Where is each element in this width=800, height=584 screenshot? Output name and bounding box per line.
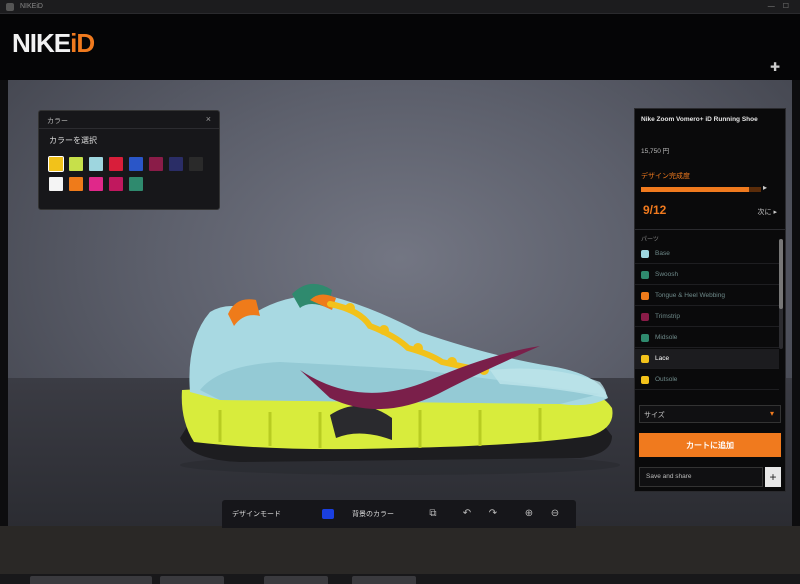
design-mode-toggle[interactable]	[322, 509, 334, 519]
save-share-label: Save and share	[646, 473, 692, 480]
bottom-tabs	[0, 574, 800, 584]
bottom-tab[interactable]	[30, 576, 94, 584]
app-icon	[6, 3, 14, 11]
step-count: 9/12	[643, 203, 667, 217]
color-swatch[interactable]	[189, 157, 203, 171]
rotate-right-icon[interactable]: ↷	[486, 507, 500, 521]
color-panel-header: カラー ×	[39, 111, 219, 129]
part-label: Tongue & Heel Webbing	[655, 292, 725, 299]
shoe-preview[interactable]	[160, 270, 630, 480]
part-color-dot	[641, 334, 649, 342]
parts-list-header: パーツ	[641, 237, 659, 243]
size-selector[interactable]: サイズ ▾	[639, 405, 781, 423]
window-controls[interactable]: — ☐	[768, 2, 792, 10]
color-swatch[interactable]	[89, 177, 103, 191]
bg-color-icon[interactable]: ⧉	[426, 507, 440, 521]
color-swatch[interactable]	[49, 177, 63, 191]
part-color-dot	[641, 355, 649, 363]
zoom-in-icon[interactable]: ⊕	[522, 507, 536, 521]
color-swatch[interactable]	[69, 157, 83, 171]
next-button[interactable]: 次に ▸	[758, 207, 777, 217]
product-price: 15,750 円	[641, 148, 670, 155]
color-swatch[interactable]	[48, 156, 64, 172]
rotate-left-icon[interactable]: ↶	[460, 507, 474, 521]
bottom-tab[interactable]	[264, 576, 328, 584]
part-color-dot	[641, 271, 649, 279]
progress-end-icon: ▸	[763, 183, 768, 192]
parts-list: パーツ Base Swoosh Tongue & Heel Webbing Trims…	[635, 229, 785, 390]
color-swatch[interactable]	[89, 157, 103, 171]
add-to-cart-button[interactable]: カートに追加	[639, 433, 781, 457]
parts-scrollbar[interactable]	[779, 239, 783, 349]
lace-knot	[413, 343, 423, 353]
design-mode-label: デザインモード	[232, 511, 281, 518]
configuration-panel: Nike Zoom Vomero+ iD Running Shoe 15,750…	[634, 108, 786, 492]
save-plus-icon[interactable]: +	[765, 467, 781, 487]
size-label: サイズ	[644, 412, 665, 419]
color-picker-panel: カラー × カラーを選択	[38, 110, 220, 210]
nikeid-logo[interactable]: NIKEiD	[12, 28, 95, 59]
part-item[interactable]: Outsole	[635, 370, 779, 390]
part-item[interactable]: Tongue & Heel Webbing	[635, 286, 779, 306]
part-label: Base	[655, 250, 670, 257]
progress-label: デザイン完成度	[641, 173, 690, 180]
scrollbar-thumb[interactable]	[779, 239, 783, 309]
part-item[interactable]: Base	[635, 244, 779, 264]
part-item[interactable]: Lace	[635, 349, 779, 369]
save-share-field[interactable]: Save and share	[639, 467, 763, 487]
color-panel-label: カラーを選択	[49, 136, 97, 145]
zoom-out-icon[interactable]: ⊖	[548, 507, 562, 521]
color-swatch[interactable]	[149, 157, 163, 171]
part-item[interactable]: Midsole	[635, 328, 779, 348]
bottom-tab[interactable]	[160, 576, 224, 584]
lace-knot	[379, 325, 389, 335]
logo-nike: NIKE	[12, 28, 71, 58]
close-icon[interactable]: ×	[206, 114, 211, 124]
window-title: NIKEiD	[20, 3, 43, 10]
bottom-tab[interactable]	[352, 576, 416, 584]
window-titlebar: NIKEiD — ☐	[0, 0, 800, 14]
part-color-dot	[641, 376, 649, 384]
color-panel-title: カラー	[47, 118, 68, 125]
part-item[interactable]: Trimstrip	[635, 307, 779, 327]
part-label: Lace	[655, 355, 670, 362]
color-swatch[interactable]	[169, 157, 183, 171]
part-label: Trimstrip	[655, 313, 681, 320]
part-label: Swoosh	[655, 271, 679, 278]
bottom-tab[interactable]	[88, 576, 152, 584]
product-name: Nike Zoom Vomero+ iD Running Shoe	[641, 116, 758, 123]
logo-id: iD	[70, 28, 95, 58]
lace-knot	[447, 357, 457, 367]
part-label: Outsole	[655, 376, 678, 383]
color-swatch[interactable]	[69, 177, 83, 191]
color-swatch[interactable]	[109, 177, 123, 191]
part-color-dot	[641, 313, 649, 321]
part-color-dot	[641, 292, 649, 300]
color-swatch[interactable]	[129, 157, 143, 171]
part-item[interactable]: Swoosh	[635, 265, 779, 285]
part-color-dot	[641, 250, 649, 258]
progress-fill	[641, 187, 749, 192]
expand-icon[interactable]: ✚	[770, 60, 780, 74]
design-toolbar: デザインモード 背景のカラー ⧉ ↶ ↷ ⊕ ⊖	[222, 500, 576, 528]
lace-knot	[345, 303, 355, 313]
color-swatch[interactable]	[109, 157, 123, 171]
part-label: Midsole	[655, 334, 678, 341]
design-progress-bar	[641, 187, 761, 192]
site-header: NIKEiD ✚	[0, 14, 800, 80]
chevron-down-icon: ▾	[769, 409, 774, 418]
bg-color-label[interactable]: 背景のカラー	[352, 509, 394, 519]
color-swatch[interactable]	[129, 177, 143, 191]
